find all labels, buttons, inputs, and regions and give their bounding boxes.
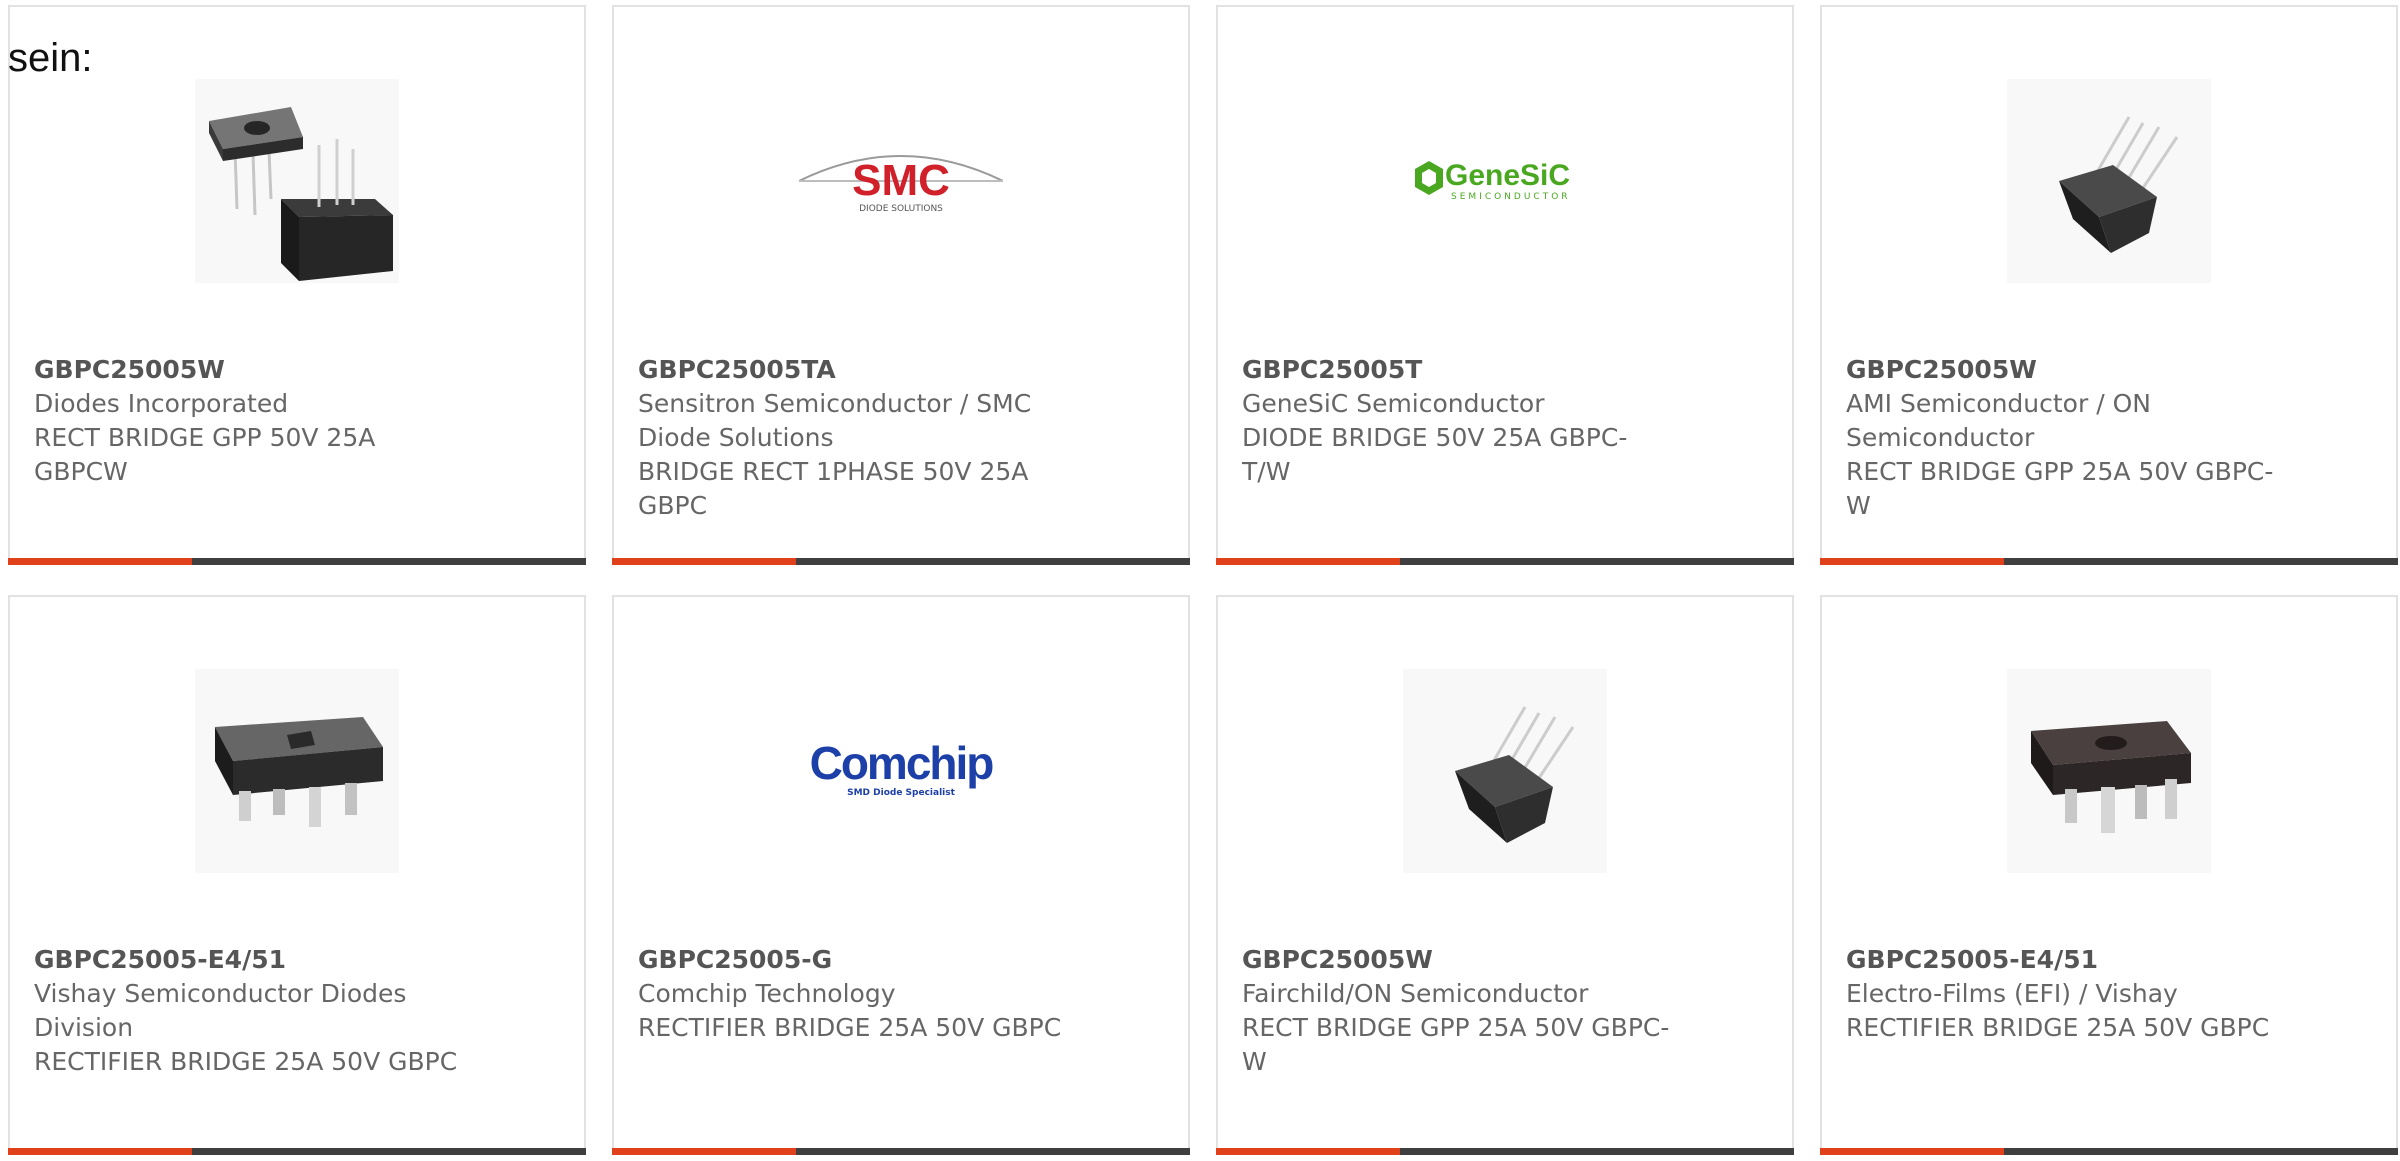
product-card[interactable]: GBPC25005-E4/51 Vishay Semiconductor Dio… (8, 595, 586, 1155)
manufacturer: Sensitron Semiconductor / SMC Diode Solu… (638, 389, 1032, 452)
product-image[interactable]: SMC DIODE SOLUTIONS (799, 79, 1003, 283)
description: RECTIFIER BRIDGE 25A 50V GBPC (34, 1047, 458, 1076)
comchip-logo: Comchip SMD Diode Specialist (810, 737, 996, 798)
product-image[interactable] (2007, 669, 2211, 873)
card-accent-bar (1820, 558, 2398, 565)
manufacturer: GeneSiC Semiconductor (1242, 389, 1545, 418)
bridge-rectifier-tab-leads-photo (195, 669, 399, 873)
part-number[interactable]: GBPC25005T (1242, 353, 1672, 387)
part-number[interactable]: GBPC25005W (34, 353, 464, 387)
description: RECTIFIER BRIDGE 25A 50V GBPC (638, 1013, 1062, 1042)
part-number[interactable]: GBPC25005W (1242, 943, 1672, 977)
product-image[interactable] (195, 669, 399, 873)
svg-text:SMD Diode Specialist: SMD Diode Specialist (847, 788, 956, 798)
description: RECT BRIDGE GPP 25A 50V GBPC-W (1242, 1013, 1670, 1076)
part-number[interactable]: GBPC25005-E4/51 (34, 943, 464, 977)
description: BRIDGE RECT 1PHASE 50V 25A GBPC (638, 457, 1029, 520)
part-number[interactable]: GBPC25005W (1846, 353, 2276, 387)
intro-text: sein: (8, 36, 93, 80)
product-card[interactable]: GBPC25005W Fairchild/ON Semiconductor RE… (1216, 595, 1794, 1155)
smc-logo: SMC DIODE SOLUTIONS (799, 155, 1003, 214)
product-card[interactable]: GBPC25005W Diodes Incorporated RECT BRID… (8, 5, 586, 565)
product-image[interactable]: Comchip SMD Diode Specialist (799, 669, 1003, 873)
product-card[interactable]: Comchip SMD Diode Specialist GBPC25005-G… (612, 595, 1190, 1155)
card-accent-bar (8, 558, 586, 565)
card-accent-bar (1820, 1148, 2398, 1155)
manufacturer: Diodes Incorporated (34, 389, 289, 418)
product-card[interactable]: GeneSiC SEMICONDUCTOR GBPC25005T GeneSiC… (1216, 5, 1794, 565)
part-number[interactable]: GBPC25005TA (638, 353, 1068, 387)
card-accent-bar (612, 1148, 1190, 1155)
manufacturer: AMI Semiconductor / ON Semiconductor (1846, 389, 2151, 452)
bridge-rectifier-wire-leads-photo (2007, 79, 2211, 283)
product-card[interactable]: GBPC25005W AMI Semiconductor / ON Semico… (1820, 5, 2398, 565)
product-image[interactable] (195, 79, 399, 283)
svg-text:GeneSiC: GeneSiC (1445, 159, 1570, 192)
svg-text:DIODE SOLUTIONS: DIODE SOLUTIONS (859, 204, 943, 214)
bridge-rectifier-pair-photo (195, 79, 399, 283)
manufacturer: Fairchild/ON Semiconductor (1242, 979, 1589, 1008)
card-accent-bar (1216, 1148, 1794, 1155)
description: RECT BRIDGE GPP 25A 50V GBPC-W (1846, 457, 2274, 520)
bridge-rectifier-wire-leads-photo (1403, 669, 1607, 873)
part-number[interactable]: GBPC25005-E4/51 (1846, 943, 2276, 977)
product-image[interactable] (1403, 669, 1607, 873)
svg-text:Comchip: Comchip (810, 737, 994, 789)
description: DIODE BRIDGE 50V 25A GBPC-T/W (1242, 423, 1628, 486)
manufacturer: Vishay Semiconductor Diodes Division (34, 979, 407, 1042)
product-image[interactable] (2007, 79, 2211, 283)
genesic-logo: GeneSiC SEMICONDUCTOR (1415, 159, 1571, 202)
part-number[interactable]: GBPC25005-G (638, 943, 1068, 977)
svg-text:SEMICONDUCTOR: SEMICONDUCTOR (1451, 192, 1571, 202)
manufacturer: Electro-Films (EFI) / Vishay (1846, 979, 2178, 1008)
card-accent-bar (612, 558, 1190, 565)
card-accent-bar (8, 1148, 586, 1155)
description: RECT BRIDGE GPP 50V 25A GBPCW (34, 423, 376, 486)
description: RECTIFIER BRIDGE 25A 50V GBPC (1846, 1013, 2270, 1042)
product-image[interactable]: GeneSiC SEMICONDUCTOR (1403, 79, 1607, 283)
bridge-rectifier-tab-leads-photo (2007, 669, 2211, 873)
product-card[interactable]: GBPC25005-E4/51 Electro-Films (EFI) / Vi… (1820, 595, 2398, 1155)
product-card[interactable]: SMC DIODE SOLUTIONS GBPC25005TA Sensitro… (612, 5, 1190, 565)
svg-text:SMC: SMC (852, 156, 950, 205)
manufacturer: Comchip Technology (638, 979, 896, 1008)
card-accent-bar (1216, 558, 1794, 565)
